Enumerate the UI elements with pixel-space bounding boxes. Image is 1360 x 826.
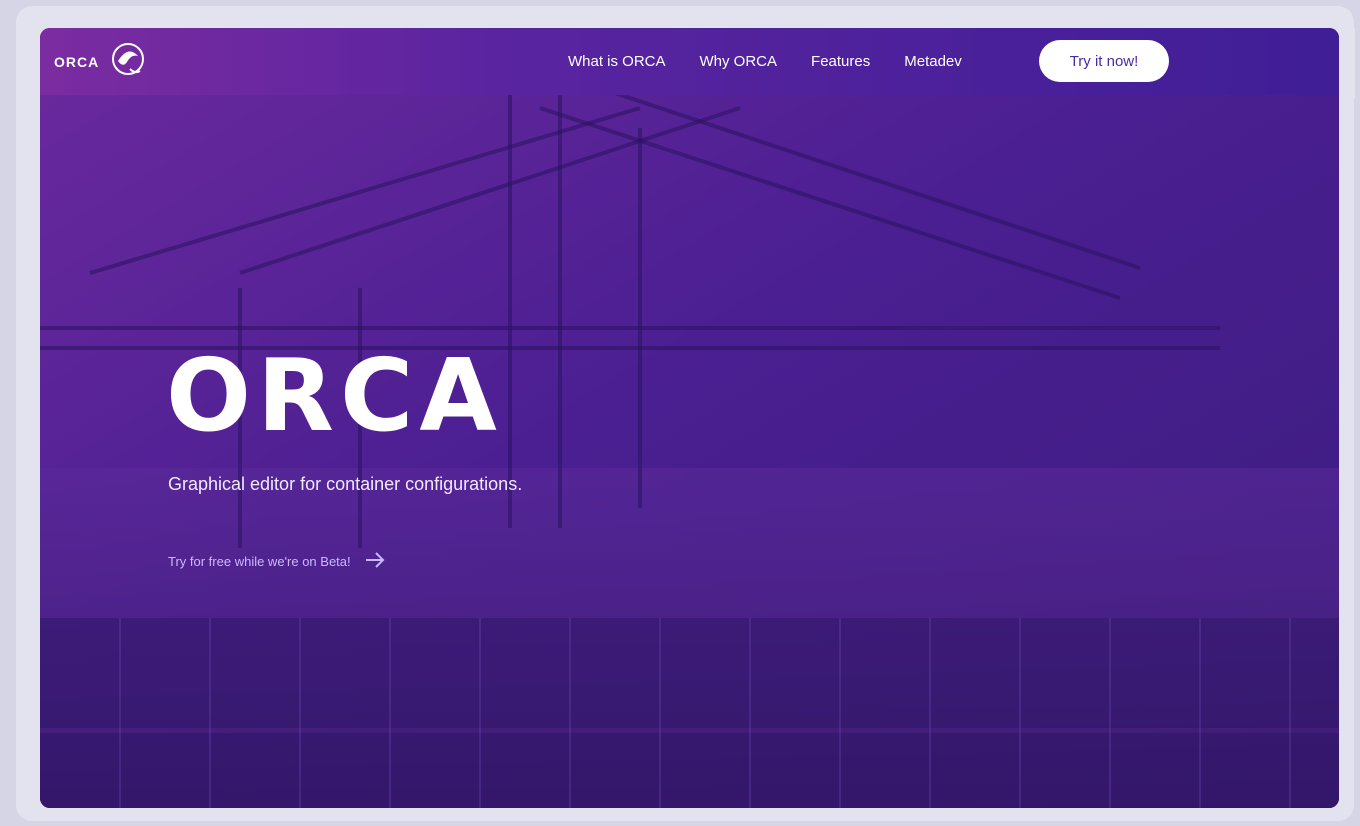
nav-link-metadev[interactable]: Metadev: [904, 53, 962, 70]
beta-cta-link[interactable]: Try for free while we're on Beta!: [168, 552, 385, 571]
nav-link-why-orca[interactable]: Why ORCA: [700, 53, 778, 70]
orca-whale-logo-icon: [109, 40, 147, 83]
top-navbar: ORCA What is ORCA Why ORCA Features Meta…: [40, 28, 1339, 95]
try-it-now-button[interactable]: Try it now!: [1039, 40, 1169, 82]
hero-title: ORCA: [166, 337, 503, 454]
brand-wordmark: ORCA: [54, 53, 100, 70]
hero-subtitle: Graphical editor for container configura…: [168, 474, 523, 494]
brand[interactable]: ORCA: [54, 40, 147, 83]
arrow-right-icon: [365, 552, 385, 571]
browser-window: ORCA What is ORCA Why ORCA Features Meta…: [40, 28, 1339, 808]
nav-link-what-is-orca[interactable]: What is ORCA: [568, 53, 666, 70]
primary-nav: What is ORCA Why ORCA Features Metadev: [568, 28, 962, 95]
beta-link-label: Try for free while we're on Beta!: [168, 554, 351, 569]
nav-link-features[interactable]: Features: [811, 53, 870, 70]
